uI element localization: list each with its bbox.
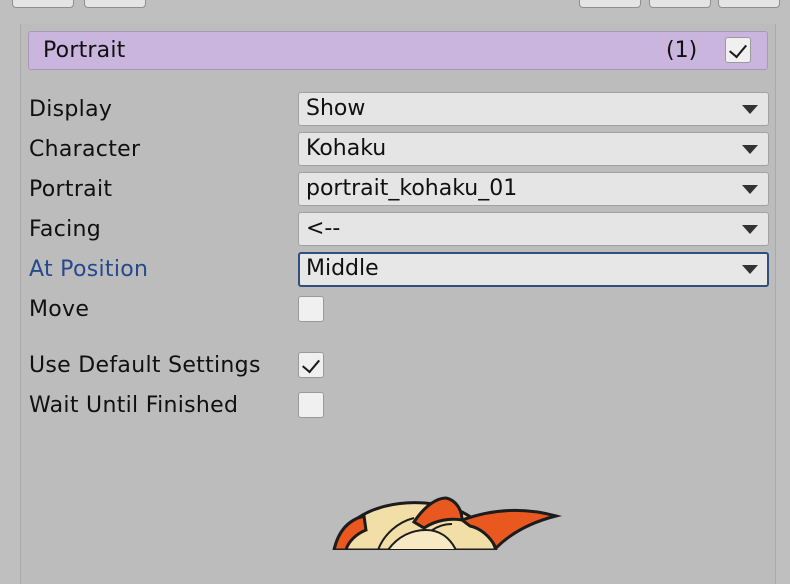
at-position-label: At Position: [29, 257, 149, 282]
display-label: Display: [29, 97, 113, 122]
toolbar-button-1[interactable]: [12, 0, 74, 8]
wait-until-finished-checkbox[interactable]: [298, 392, 324, 418]
block-count: (1): [666, 38, 698, 63]
toolbar-button-5[interactable]: [718, 0, 780, 8]
portrait-dropdown[interactable]: portrait_kohaku_01: [298, 172, 769, 206]
facing-value: <--: [306, 216, 341, 241]
character-dropdown[interactable]: Kohaku: [298, 132, 769, 166]
move-label: Move: [29, 297, 90, 322]
toolbar-button-3[interactable]: [579, 0, 641, 8]
use-default-settings-label: Use Default Settings: [29, 353, 261, 378]
at-position-dropdown[interactable]: Middle: [298, 252, 769, 287]
chevron-down-icon: [742, 265, 758, 274]
chevron-down-icon: [742, 225, 758, 234]
block-title: Portrait: [43, 38, 126, 63]
block-header[interactable]: Portrait (1): [28, 31, 768, 70]
facing-label: Facing: [29, 217, 102, 242]
toolbar-button-4[interactable]: [649, 0, 711, 8]
move-checkbox[interactable]: [298, 296, 324, 322]
chevron-down-icon: [742, 145, 758, 154]
facing-dropdown[interactable]: <--: [298, 212, 769, 246]
character-label: Character: [29, 137, 141, 162]
character-value: Kohaku: [306, 136, 387, 161]
check-icon: [729, 39, 747, 59]
portrait-value: portrait_kohaku_01: [306, 176, 518, 201]
wait-until-finished-label: Wait Until Finished: [29, 393, 239, 418]
at-position-value: Middle: [306, 256, 379, 281]
portrait-label: Portrait: [29, 177, 113, 202]
toolbar-button-2[interactable]: [84, 0, 146, 8]
display-value: Show: [306, 96, 366, 121]
display-dropdown[interactable]: Show: [298, 92, 769, 126]
chevron-down-icon: [742, 105, 758, 114]
portrait-preview-image: [332, 496, 562, 550]
chevron-down-icon: [742, 185, 758, 194]
block-enabled-checkbox[interactable]: [725, 37, 751, 63]
use-default-settings-checkbox[interactable]: [298, 352, 324, 378]
check-icon: [302, 354, 320, 374]
